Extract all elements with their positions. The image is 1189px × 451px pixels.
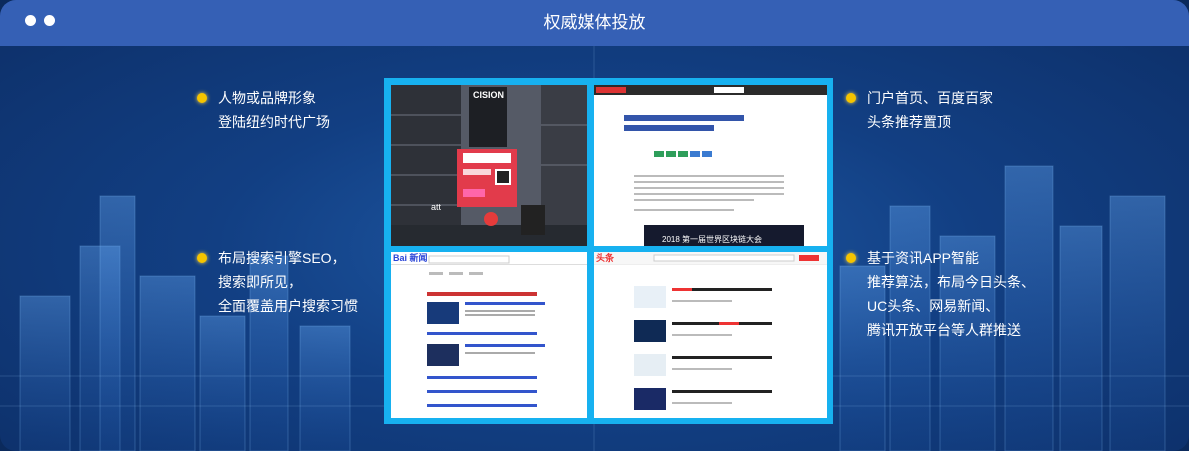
toutiao-screenshot: 头条 <box>594 252 827 418</box>
feature-line: 基于资讯APP智能 <box>867 250 980 266</box>
feature-line: 头条推荐置顶 <box>867 114 951 130</box>
feature-seo: 布局搜索引擎SEO， 搜索即所见， 全面覆盖用户搜索习惯 <box>197 246 358 318</box>
title-bar: 权威媒体投放 <box>0 0 1189 46</box>
feature-portal: 门户首页、百度百家 头条推荐置顶 <box>846 86 993 134</box>
bullet-icon <box>846 93 856 103</box>
media-placement-banner: 权威媒体投放 人物或品牌形象 登陆纽约时代广场 布局搜索引擎SEO， 搜索即所见… <box>0 0 1189 451</box>
bullet-icon <box>197 253 207 263</box>
toutiao-illustration <box>594 252 827 410</box>
portal-article-screenshot: 2018 第一届世界区块链大会 <box>594 85 827 246</box>
feature-line: 门户首页、百度百家 <box>867 90 993 106</box>
feature-line: 布局搜索引擎SEO， <box>218 250 346 266</box>
baidu-news-illustration <box>391 255 587 407</box>
bullet-icon <box>197 93 207 103</box>
article-banner-text: 2018 第一届世界区块链大会 <box>662 235 763 244</box>
toutiao-logo-text: 头条 <box>596 253 615 263</box>
feature-line: 搜索即所见， <box>218 274 302 290</box>
baidu-news-screenshot: Bai 新闻 <box>391 252 587 418</box>
times-square-illustration <box>391 85 587 246</box>
baidu-logo-text: Bai 新闻 <box>393 253 428 263</box>
page-title: 权威媒体投放 <box>543 13 646 32</box>
times-square-photo: CISION att <box>391 85 587 246</box>
feature-line: 人物或品牌形象 <box>218 90 316 106</box>
media-collage: CISION att 2018 第一届世界区块链大会 Bai 新闻 头条 <box>384 78 833 424</box>
feature-line: UC头条、网易新闻、 <box>867 298 1000 314</box>
feature-line: 推荐算法，布局今日头条、 <box>867 274 1035 290</box>
billboard-brand-text: att <box>431 202 442 212</box>
billboard-sign-text: CISION <box>473 90 505 100</box>
feature-line: 全面覆盖用户搜索习惯 <box>218 298 358 314</box>
feature-line: 腾讯开放平台等人群推送 <box>867 322 1021 338</box>
feature-times-square: 人物或品牌形象 登陆纽约时代广场 <box>197 86 330 134</box>
feature-line: 登陆纽约时代广场 <box>218 114 330 130</box>
bullet-icon <box>846 253 856 263</box>
feature-news-apps: 基于资讯APP智能 推荐算法，布局今日头条、 UC头条、网易新闻、 腾讯开放平台… <box>846 246 1035 342</box>
portal-article-illustration <box>594 85 827 246</box>
